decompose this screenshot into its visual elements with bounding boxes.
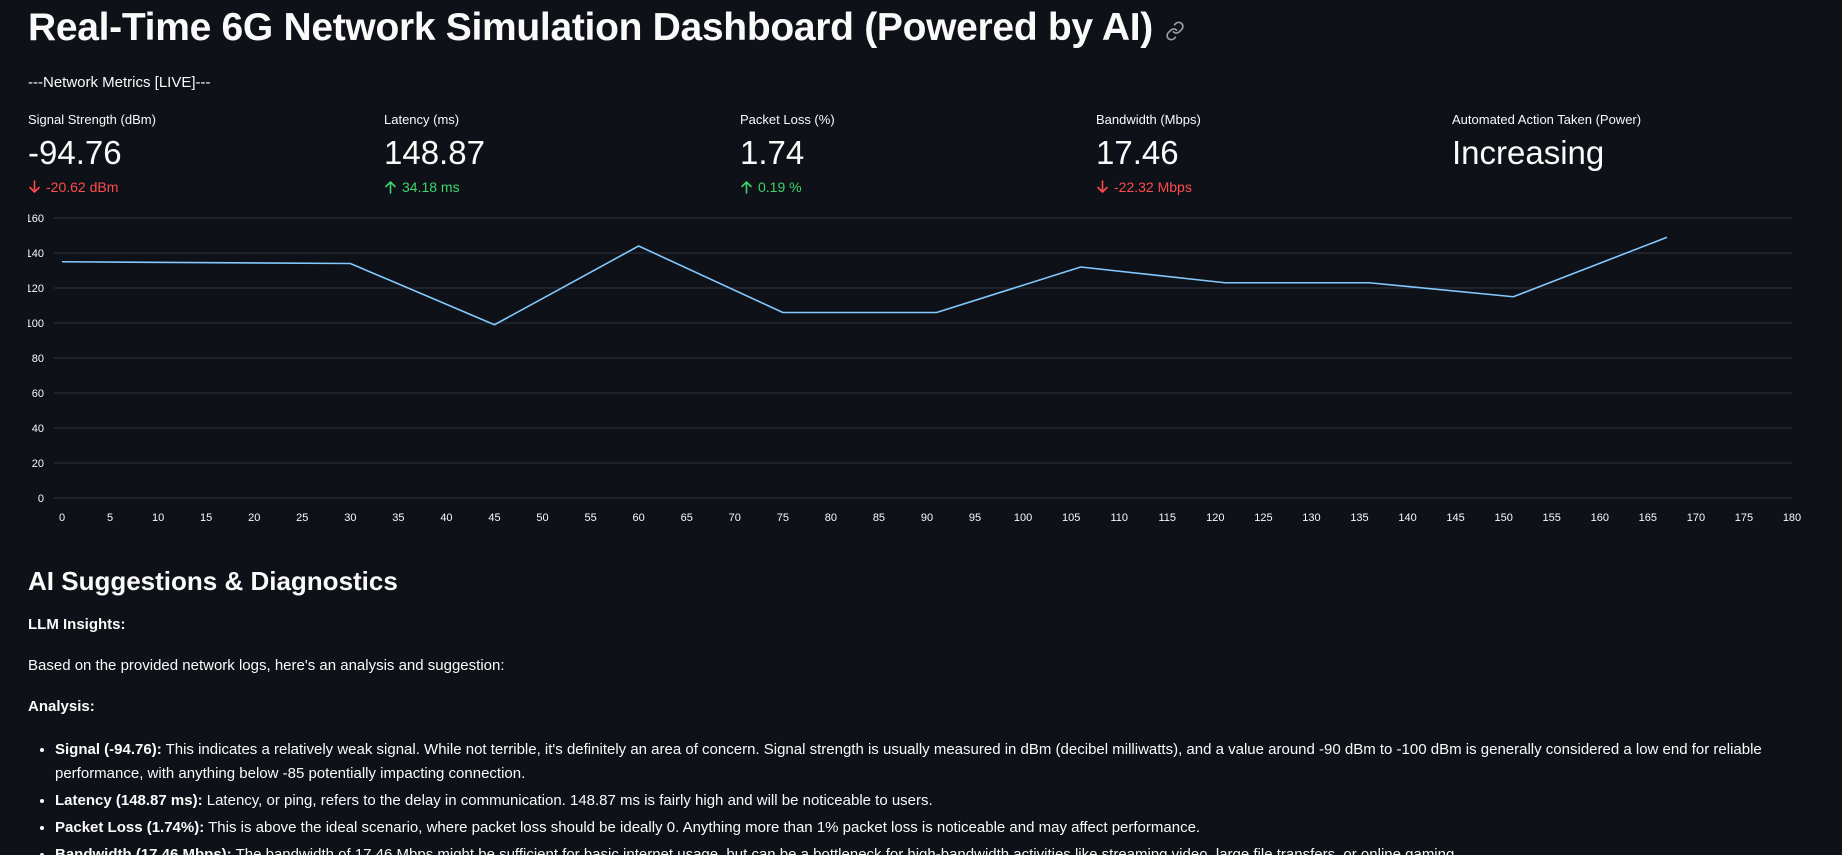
metric-label: Automated Action Taken (Power) [1452,112,1642,127]
list-item: Latency (148.87 ms): Latency, or ping, r… [55,789,1818,813]
metric-delta: 0.19 % [740,179,1096,195]
metric-delta-text: -20.62 dBm [46,179,119,195]
x-tick-label: 120 [1206,512,1224,524]
x-tick-label: 115 [1159,512,1177,524]
arrow-up-icon [385,181,396,194]
analysis-label: Analysis: [28,698,95,715]
finding-title: Packet Loss (1.74%): [55,819,205,836]
ai-section: AI Suggestions & Diagnostics LLM Insight… [28,566,1818,855]
arrow-down-icon [1097,180,1108,193]
metric-bandwidth: Bandwidth (Mbps) 17.46 -22.32 Mbps [1096,112,1452,195]
finding-title: Latency (148.87 ms): [55,792,203,809]
finding-text: This indicates a relatively weak signal.… [55,741,1762,782]
metric-latency: Latency (ms) 148.87 34.18 ms [384,112,740,195]
finding-title: Bandwidth (17.46 Mbps): [55,846,232,855]
analysis-list: Signal (-94.76): This indicates a relati… [28,738,1818,855]
x-tick-label: 100 [1014,512,1032,524]
y-tick-label: 20 [32,458,44,470]
metric-delta: -22.32 Mbps [1096,179,1452,195]
x-tick-label: 80 [825,512,837,524]
dashboard-page: Real-Time 6G Network Simulation Dashboar… [0,0,1842,855]
x-tick-label: 25 [296,512,308,524]
x-tick-label: 110 [1110,512,1128,524]
metric-label: Bandwidth (Mbps) [1096,112,1201,127]
x-tick-label: 20 [248,512,260,524]
finding-text: The bandwidth of 17.46 Mbps might be suf… [231,846,1459,855]
x-tick-label: 30 [344,512,356,524]
x-tick-label: 60 [633,512,645,524]
title-row: Real-Time 6G Network Simulation Dashboar… [28,6,1185,50]
metric-value: -94.76 [28,134,122,171]
latency-line-chart[interactable]: 0 20 40 60 80 100 120 140 160 0 5 10 15 20 25 30 35 40 45 5… [28,208,1810,538]
x-tick-label: 85 [873,512,885,524]
x-tick-label: 140 [1398,512,1416,524]
metric-value: 148.87 [384,134,485,171]
metric-delta-text: 0.19 % [758,179,802,195]
x-tick-label: 50 [536,512,548,524]
link-icon[interactable] [1165,21,1185,41]
list-item: Bandwidth (17.46 Mbps): The bandwidth of… [55,843,1818,855]
metrics-section-label: ---Network Metrics [LIVE]--- [28,74,211,91]
x-tick-label: 5 [107,512,113,524]
x-tick-label: 150 [1494,512,1512,524]
x-tick-label: 170 [1687,512,1705,524]
x-tick-label: 90 [921,512,933,524]
metric-value: 1.74 [740,134,805,171]
metric-delta-text: 34.18 ms [402,179,460,195]
x-tick-label: 95 [969,512,981,524]
metric-delta-text: -22.32 Mbps [1114,179,1192,195]
x-tick-label: 125 [1254,512,1272,524]
x-tick-label: 65 [681,512,693,524]
y-tick-label: 100 [28,318,44,330]
list-item: Signal (-94.76): This indicates a relati… [55,738,1818,786]
y-tick-label: 40 [32,423,44,435]
x-tick-label: 35 [392,512,404,524]
metric-delta: 34.18 ms [384,179,740,195]
metric-value: Increasing [1452,134,1605,171]
series-line [61,236,1668,326]
metrics-row: Signal Strength (dBm) -94.76 -20.62 dBm … [28,112,1808,195]
x-tick-label: 45 [488,512,500,524]
x-tick-label: 135 [1350,512,1368,524]
metric-packet-loss: Packet Loss (%) 1.74 0.19 % [740,112,1096,195]
y-tick-label: 60 [32,388,44,400]
x-tick-label: 0 [59,512,65,524]
page-title: Real-Time 6G Network Simulation Dashboar… [28,6,1153,49]
x-tick-label: 75 [777,512,789,524]
y-tick-label: 140 [28,248,44,260]
x-tick-label: 160 [1591,512,1609,524]
x-tick-label: 180 [1783,512,1801,524]
x-tick-label: 10 [152,512,164,524]
metric-value: 17.46 [1096,134,1179,171]
metric-signal-strength: Signal Strength (dBm) -94.76 -20.62 dBm [28,112,384,195]
x-tick-label: 55 [584,512,596,524]
arrow-up-icon [741,181,752,194]
llm-insights-label: LLM Insights: [28,616,126,633]
x-tick-label: 145 [1446,512,1464,524]
ai-intro: Based on the provided network logs, here… [28,657,505,674]
metric-label: Latency (ms) [384,112,460,127]
x-tick-label: 175 [1735,512,1753,524]
finding-text: Latency, or ping, refers to the delay in… [202,792,933,809]
metric-label: Packet Loss (%) [740,112,835,127]
metric-label: Signal Strength (dBm) [28,112,156,127]
x-tick-label: 155 [1543,512,1561,524]
y-tick-label: 120 [28,283,44,295]
x-tick-label: 130 [1302,512,1320,524]
x-tick-label: 70 [729,512,741,524]
list-item: Packet Loss (1.74%): This is above the i… [55,816,1818,840]
x-tick-label: 40 [440,512,452,524]
finding-title: Signal (-94.76): [55,741,162,758]
finding-text: This is above the ideal scenario, where … [204,819,1201,836]
x-tick-label: 15 [200,512,212,524]
arrow-down-icon [29,180,40,193]
y-tick-label: 80 [32,353,44,365]
y-tick-label: 160 [28,213,44,225]
metric-automated-action: Automated Action Taken (Power) Increasin… [1452,112,1808,195]
ai-section-heading: AI Suggestions & Diagnostics [28,566,398,596]
x-tick-label: 165 [1639,512,1657,524]
y-tick-label: 0 [38,493,44,505]
x-tick-label: 105 [1062,512,1080,524]
metric-delta: -20.62 dBm [28,179,384,195]
